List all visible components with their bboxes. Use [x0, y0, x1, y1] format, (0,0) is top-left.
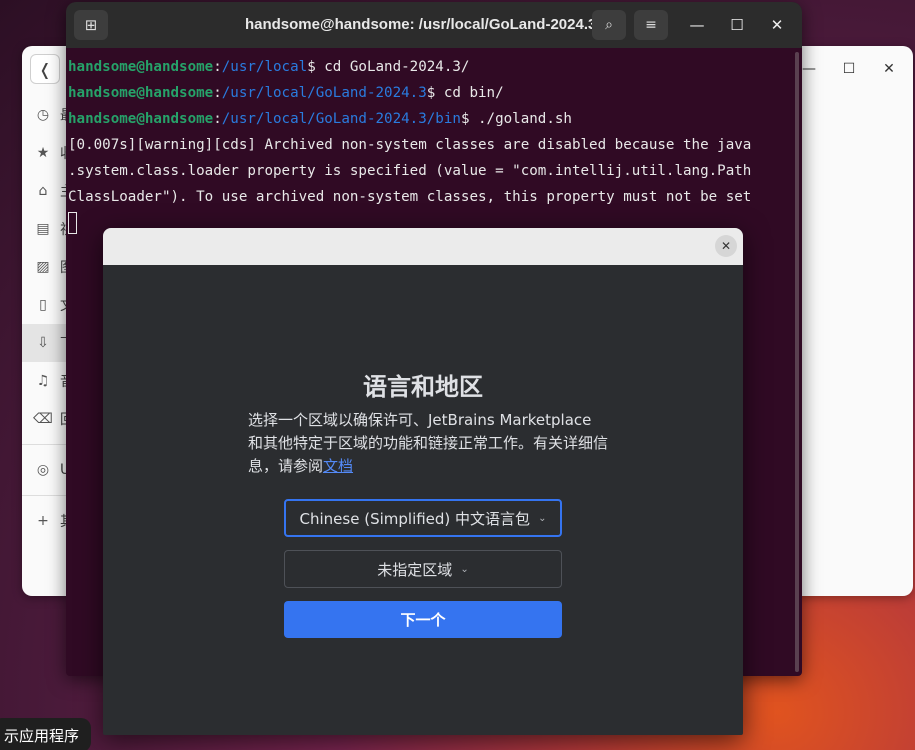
prompt-sep: :: [213, 59, 222, 75]
region-select-value: 未指定区域: [377, 560, 453, 579]
prompt-command: $ ./goland.sh: [460, 111, 572, 127]
terminal-scrollbar[interactable]: [795, 52, 799, 672]
download-icon: ⇩: [37, 335, 49, 351]
output-line: [0.007s][warning][cds] Archived non-syst…: [68, 137, 752, 153]
prompt-sep: :: [213, 111, 222, 127]
search-button[interactable]: ⌕: [592, 10, 626, 40]
language-select[interactable]: Chinese (Simplified) 中文语言包 ⌄: [284, 499, 562, 537]
output-line: ClassLoader"). To use archived non-syste…: [68, 189, 752, 205]
terminal-cursor: [68, 212, 77, 234]
output-line: .system.class.loader property is specifi…: [68, 163, 752, 179]
disc-icon: ◎: [36, 462, 50, 478]
dialog-close-button[interactable]: ✕: [715, 235, 737, 257]
hamburger-menu-icon: ≡: [645, 17, 657, 33]
prompt-command: $ cd GoLand-2024.3/: [307, 59, 470, 75]
close-button[interactable]: ✕: [764, 12, 790, 38]
chevron-left-icon: ❬: [38, 59, 52, 79]
prompt-path: /usr/local: [221, 59, 308, 75]
chevron-down-icon: ⌄: [460, 563, 469, 575]
dialog-description: 选择一个区域以确保许可、JetBrains Marketplace 和其他特定于…: [248, 409, 608, 478]
docs-link[interactable]: 文档: [323, 457, 353, 475]
back-button[interactable]: ❬: [30, 54, 60, 84]
terminal-headerbar: ⊞ handsome@handsome: /usr/local/GoLand-2…: [66, 2, 802, 48]
prompt-user: handsome@handsome: [68, 111, 214, 127]
terminal-output[interactable]: handsome@handsome:/usr/local$ cd GoLand-…: [68, 54, 790, 236]
prompt-user: handsome@handsome: [68, 59, 214, 75]
document-icon: ▯: [39, 297, 47, 313]
language-select-value: Chinese (Simplified) 中文语言包: [299, 509, 531, 528]
menu-button[interactable]: ≡: [634, 10, 668, 40]
maximize-button[interactable]: ☐: [724, 12, 750, 38]
language-region-dialog: ✕ 语言和地区 选择一个区域以确保许可、JetBrains Marketplac…: [103, 228, 743, 735]
home-icon: ⌂: [38, 183, 48, 199]
prompt-user: handsome@handsome: [68, 85, 214, 101]
dock-tooltip: 示应用程序: [0, 718, 92, 750]
close-button[interactable]: ✕: [876, 56, 902, 82]
music-icon: ♫: [36, 373, 50, 389]
prompt-path: /usr/local/GoLand-2024.3/bin: [221, 111, 461, 127]
terminal-line: handsome@handsome:/usr/local$ cd GoLand-…: [68, 54, 790, 80]
plus-icon: +: [37, 513, 49, 529]
terminal-line: handsome@handsome:/usr/local/GoLand-2024…: [68, 80, 790, 106]
star-icon: ★: [36, 145, 50, 161]
next-button[interactable]: 下一个: [284, 601, 562, 638]
prompt-path: /usr/local/GoLand-2024.3: [221, 85, 427, 101]
search-icon: ⌕: [605, 17, 613, 33]
clock-icon: ◷: [36, 107, 50, 123]
terminal-line: handsome@handsome:/usr/local/GoLand-2024…: [68, 106, 790, 132]
film-icon: ▤: [36, 221, 50, 237]
prompt-command: $ cd bin/: [426, 85, 504, 101]
maximize-button[interactable]: ☐: [836, 56, 862, 82]
picture-icon: ▨: [36, 259, 50, 275]
dialog-heading: 语言和地区: [363, 373, 483, 401]
trash-icon: ⌫: [33, 411, 53, 427]
minimize-button[interactable]: —: [684, 12, 710, 38]
prompt-sep: :: [213, 85, 222, 101]
region-select[interactable]: 未指定区域 ⌄: [284, 550, 562, 588]
dialog-titlebar: ✕: [103, 228, 743, 265]
close-icon: ✕: [720, 239, 732, 253]
description-text: 选择一个区域以确保许可、JetBrains Marketplace 和其他特定于…: [248, 411, 609, 475]
chevron-down-icon: ⌄: [538, 512, 547, 524]
